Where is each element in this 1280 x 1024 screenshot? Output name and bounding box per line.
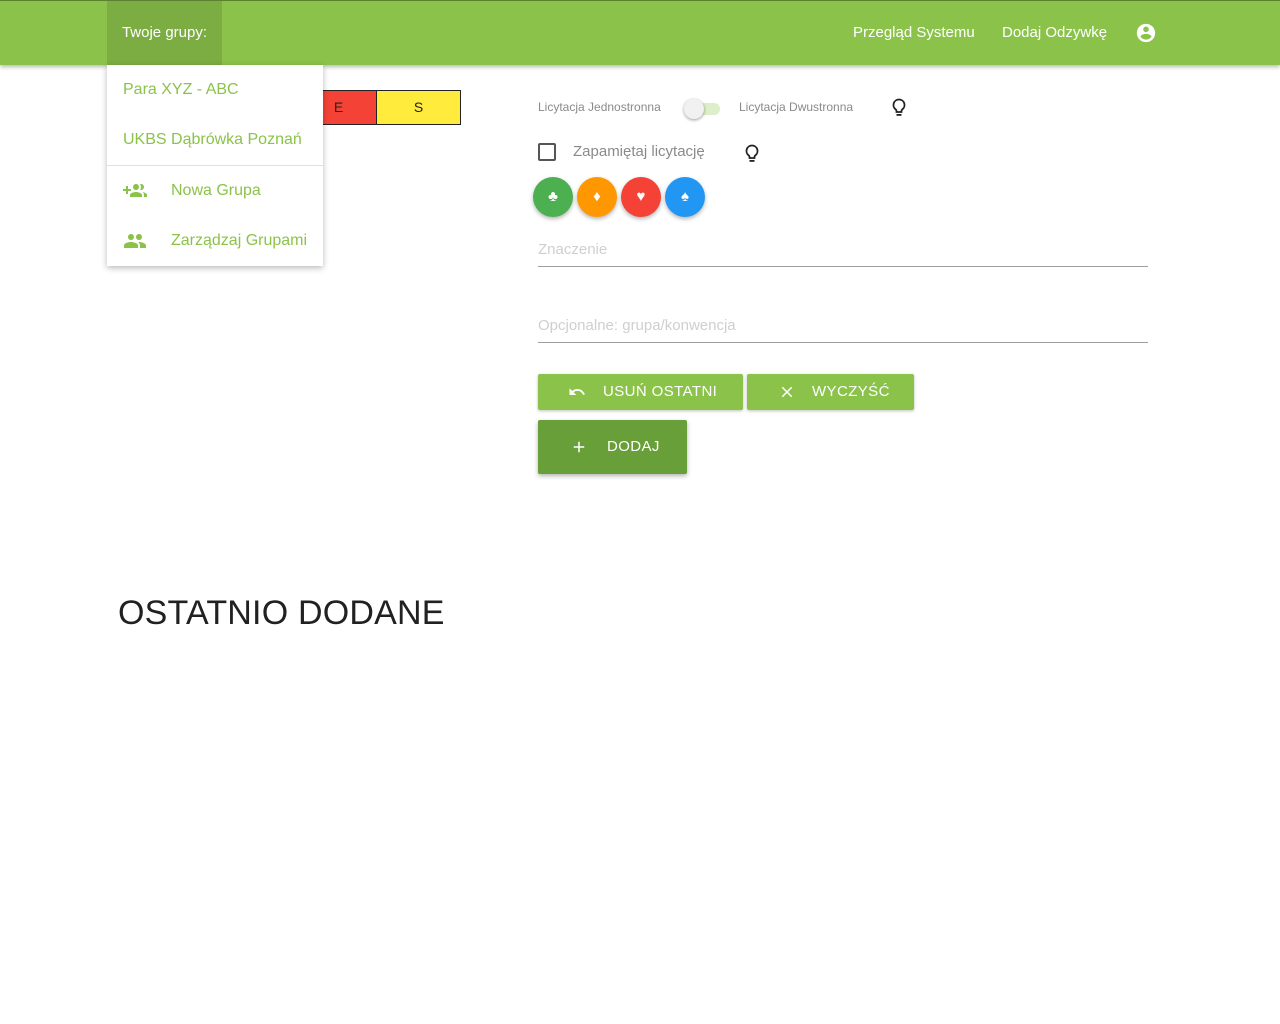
group-item-para-xyz-abc[interactable]: Para XYZ - ABC [107, 65, 323, 115]
lightbulb-icon[interactable] [891, 98, 907, 118]
recently-added-title: OSTATNIO DODANE [118, 594, 445, 632]
manage-groups-label: Zarządzaj Grupami [171, 232, 308, 249]
meaning-input[interactable] [538, 233, 1148, 267]
manage-groups-item[interactable]: Zarządzaj Grupami [107, 216, 323, 266]
add-label: DODAJ [607, 438, 660, 455]
groups-dropdown-menu: Para XYZ - ABC UKBS Dąbrówka Poznań Nowa… [107, 65, 323, 266]
undo-last-button[interactable]: USUŃ OSTATNI [538, 374, 743, 410]
two-sided-bidding-label: Licytacja Dwustronna [739, 100, 854, 114]
group-convention-input[interactable] [538, 309, 1148, 343]
account-circle-icon[interactable] [1135, 22, 1157, 44]
clear-label: WYCZYŚĆ [812, 383, 890, 400]
group-icon [124, 234, 146, 248]
new-group-item[interactable]: Nowa Grupa [107, 166, 323, 216]
suit-spades-button[interactable]: ♠ [665, 177, 705, 217]
board-cell-south[interactable]: S [376, 90, 461, 125]
one-sided-bidding-label: Licytacja Jednostronna [538, 100, 661, 114]
groups-menu-trigger[interactable]: Twoje grupy: [107, 1, 222, 65]
undo-icon [569, 388, 585, 395]
group-item-ukbs-dabrowka[interactable]: UKBS Dąbrówka Poznań [107, 115, 323, 165]
lightbulb-icon[interactable] [744, 144, 760, 164]
undo-last-label: USUŃ OSTATNI [603, 383, 718, 400]
suit-diamonds-button[interactable]: ♦ [577, 177, 617, 217]
close-icon [781, 386, 793, 398]
nav-system-overview[interactable]: Przegląd Systemu [853, 1, 975, 65]
suit-hearts-button[interactable]: ♥ [621, 177, 661, 217]
new-group-label: Nowa Grupa [171, 182, 261, 199]
plus-icon [573, 441, 585, 453]
top-app-bar: Twoje grupy: Przegląd Systemu Dodaj Odzy… [0, 0, 1280, 65]
groups-menu-label: Twoje grupy: [121, 24, 208, 41]
clear-button[interactable]: WYCZYŚĆ [747, 374, 914, 410]
suit-clubs-button[interactable]: ♣ [533, 177, 573, 217]
remember-bidding-checkbox[interactable] [538, 143, 556, 161]
group-add-icon [123, 184, 147, 197]
bidding-mode-switch-thumb[interactable] [684, 99, 704, 119]
nav-add-response[interactable]: Dodaj Odzywkę [1002, 1, 1107, 65]
add-button[interactable]: DODAJ [538, 420, 687, 474]
remember-bidding-label: Zapamiętaj licytację [573, 143, 705, 160]
